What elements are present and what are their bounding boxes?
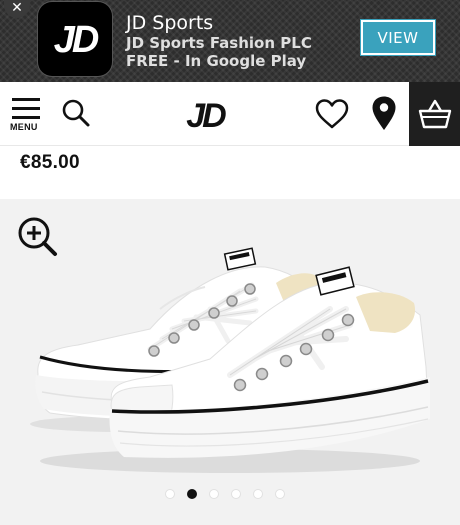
jd-logo[interactable]: JD [180,97,230,135]
gallery-dot[interactable] [231,489,241,499]
zoom-in-icon [18,217,57,256]
view-app-button[interactable]: VIEW [360,19,436,56]
svg-text:JD: JD [54,19,99,59]
banner-app-info: JD Sports JD Sports Fashion PLC FREE - I… [126,12,312,70]
site-header: MENU JD [0,82,460,146]
store-locator-button[interactable] [370,95,398,131]
jd-app-logo-icon: JD [54,19,102,59]
gallery-dot[interactable] [187,489,197,499]
banner-app-title: JD Sports [126,12,214,34]
product-image-gallery[interactable] [0,199,460,525]
gallery-dot[interactable] [275,489,285,499]
banner-publisher: JD Sports Fashion PLC [126,34,312,52]
zoom-button[interactable] [16,215,58,257]
location-pin-icon [372,96,396,130]
product-image [30,247,430,473]
gallery-dot[interactable] [165,489,175,499]
menu-button[interactable]: MENU [10,96,42,136]
banner-offer: FREE - In Google Play [126,52,307,70]
search-icon [62,99,90,127]
close-banner-button[interactable]: ✕ [4,0,30,18]
gallery-dot[interactable] [253,489,263,499]
gallery-dot[interactable] [209,489,219,499]
product-price: €85.00 [20,152,80,173]
jd-app-icon[interactable]: JD [38,2,112,76]
jd-logo-icon: JD [186,97,229,135]
basket-icon [418,99,451,129]
search-button[interactable] [60,97,92,129]
gallery-pagination [165,489,285,499]
app-install-banner: ✕ JD JD Sports JD Sports Fashion PLC FRE… [0,0,460,82]
heart-icon [315,99,349,129]
svg-text:JD: JD [186,98,226,130]
menu-label: MENU [10,122,38,132]
basket-button[interactable] [409,82,460,146]
wishlist-button[interactable] [314,98,350,130]
